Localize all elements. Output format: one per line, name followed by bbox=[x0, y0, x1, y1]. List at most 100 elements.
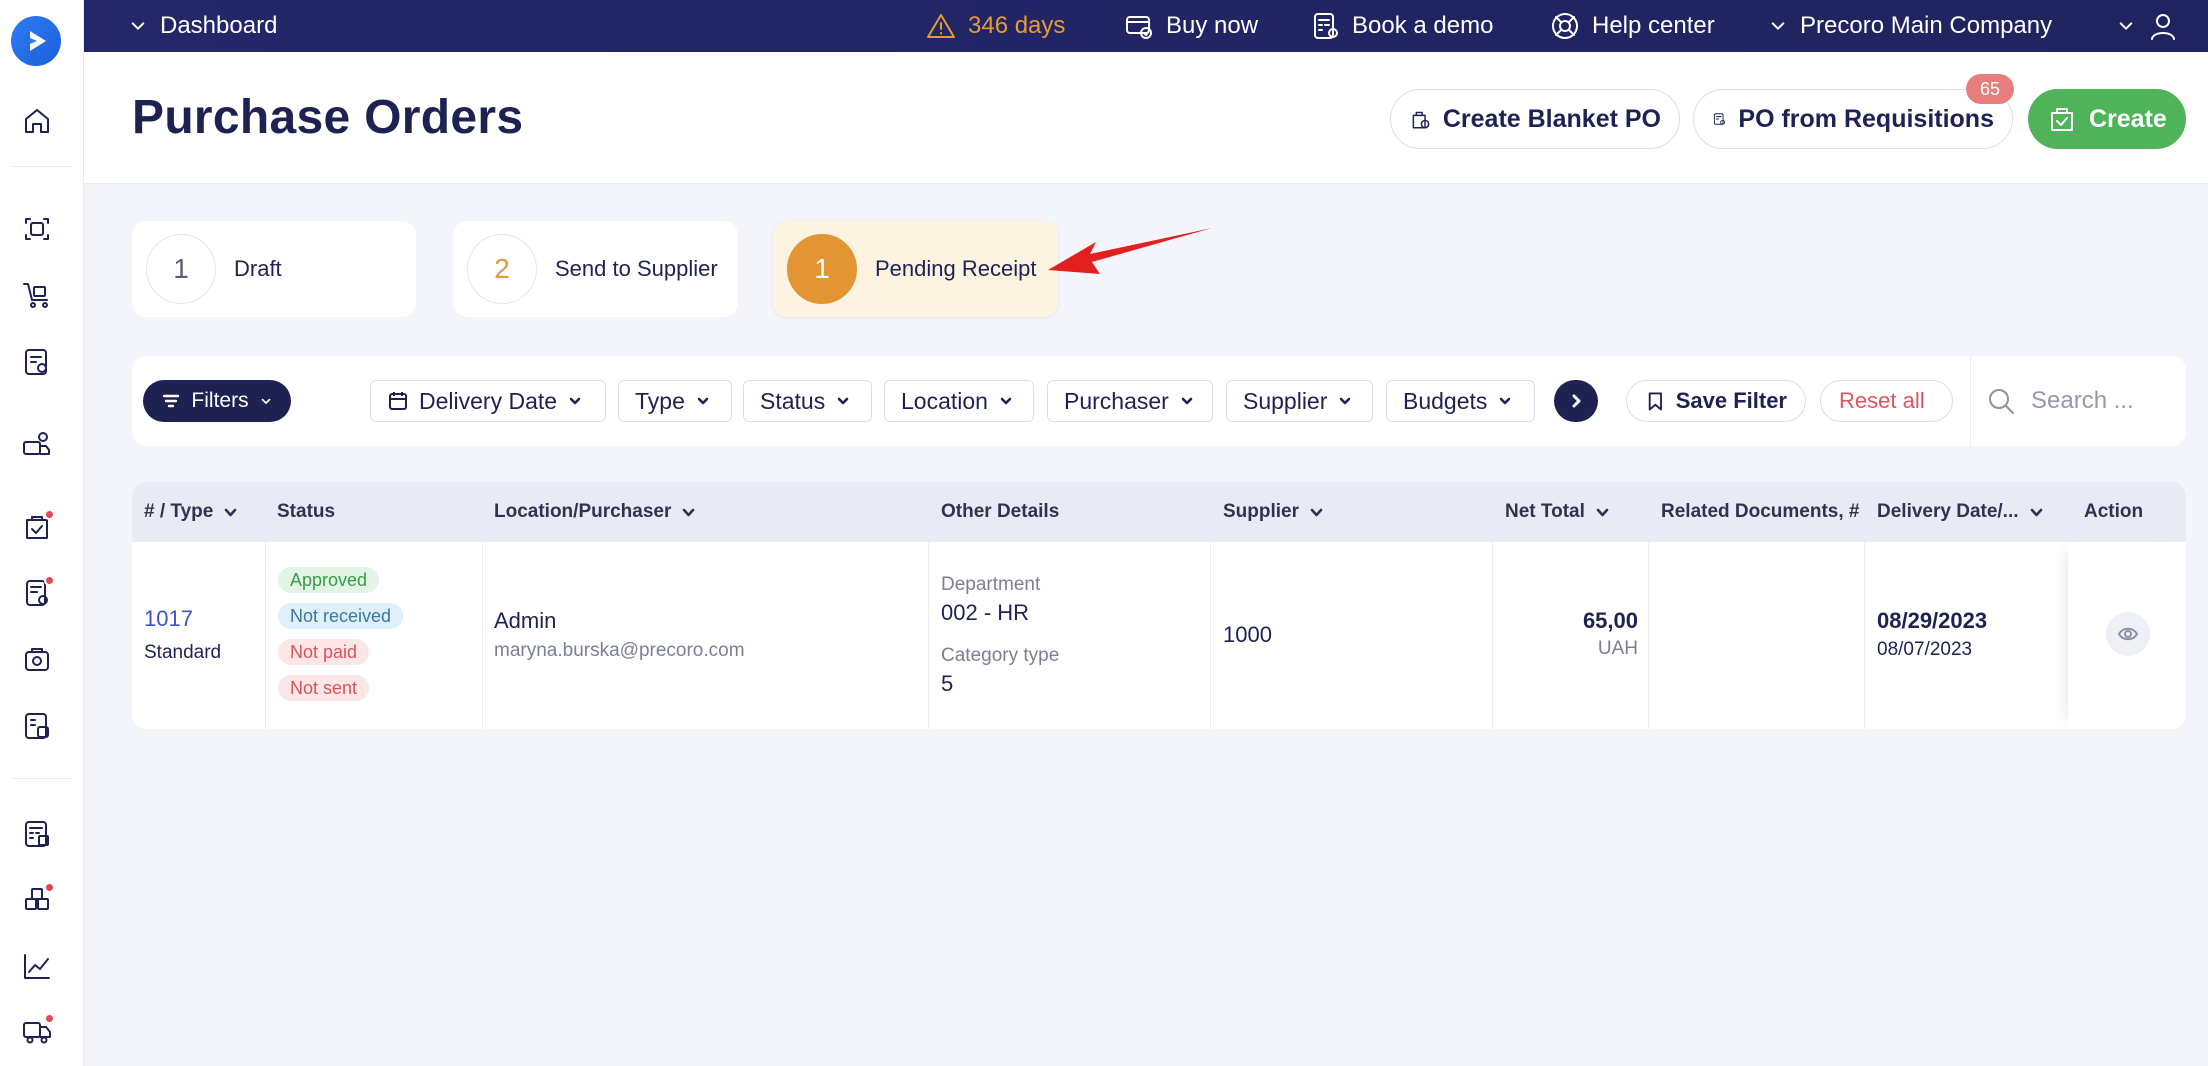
filter-purchaser[interactable]: Purchaser bbox=[1047, 380, 1213, 422]
net-total-amount: 65,00 bbox=[1582, 608, 1638, 633]
trial-days-warning[interactable]: 346 days bbox=[926, 0, 1065, 52]
chevron-down-icon bbox=[837, 397, 849, 405]
user-menu[interactable] bbox=[2116, 0, 2178, 52]
filter-lines-icon bbox=[163, 394, 180, 408]
column-divider bbox=[1492, 542, 1493, 729]
inventory-icon[interactable] bbox=[20, 882, 55, 917]
column-label: Supplier bbox=[1223, 501, 1300, 522]
filter-bar: Filters Delivery Date Type Status Locati… bbox=[132, 356, 2186, 446]
filters-button[interactable]: Filters bbox=[143, 380, 291, 422]
filter-location[interactable]: Location bbox=[884, 380, 1034, 422]
status-card-draft[interactable]: 1 Draft bbox=[132, 221, 416, 317]
supplier-search-icon[interactable] bbox=[20, 428, 54, 462]
invoice-icon[interactable] bbox=[20, 709, 54, 743]
po-from-requisitions-label: PO from Requisitions bbox=[1738, 104, 1994, 133]
reset-all-button[interactable]: Reset all bbox=[1820, 380, 1953, 422]
requisition-document-icon bbox=[1713, 113, 1725, 125]
eye-icon bbox=[2117, 627, 2139, 641]
help-center-link[interactable]: Help center bbox=[1550, 0, 1715, 52]
chevron-down-icon bbox=[1771, 22, 1785, 30]
chevron-down-icon bbox=[1340, 397, 1351, 405]
bookmark-icon bbox=[1648, 392, 1662, 411]
create-po-button[interactable]: Create bbox=[2028, 89, 2186, 149]
delivery-date: 08/29/2023 bbox=[1877, 608, 1988, 633]
requisition-icon[interactable] bbox=[20, 345, 54, 379]
column-label: Location/Purchaser bbox=[494, 501, 672, 522]
user-profile-icon bbox=[2151, 14, 2175, 40]
status-label: Draft bbox=[234, 256, 282, 281]
status-count: 1 bbox=[787, 234, 857, 304]
column-label: Other Details bbox=[941, 501, 1060, 522]
filter-status[interactable]: Status bbox=[743, 380, 872, 422]
status-badge-not-sent: Not sent bbox=[278, 675, 370, 701]
column-status: Status bbox=[265, 482, 335, 542]
column-divider bbox=[1648, 542, 1649, 729]
budget-calculator-icon[interactable] bbox=[20, 817, 54, 851]
column-label: Action bbox=[2084, 501, 2144, 522]
po-number-link[interactable]: 1017 bbox=[144, 606, 193, 632]
cart-icon[interactable] bbox=[20, 278, 54, 312]
column-location-purchaser[interactable]: Location/Purchaser bbox=[482, 482, 696, 542]
requisitions-count-badge: 65 bbox=[1966, 74, 2014, 104]
filter-delivery-date[interactable]: Delivery Date bbox=[370, 380, 606, 422]
delivery-truck-icon[interactable] bbox=[20, 1013, 55, 1048]
purchaser-name: Admin bbox=[494, 608, 557, 633]
create-label: Create bbox=[2089, 104, 2167, 133]
column-number-type[interactable]: # / Type bbox=[132, 482, 238, 542]
status-card-send-to-supplier[interactable]: 2 Send to Supplier bbox=[453, 221, 738, 317]
status-badge-approved: Approved bbox=[278, 567, 380, 593]
chevron-down-icon bbox=[131, 22, 145, 30]
company-name: Precoro Main Company bbox=[1800, 12, 2053, 39]
book-demo-link[interactable]: Book a demo bbox=[1310, 0, 1493, 52]
chevron-down-icon bbox=[697, 397, 709, 405]
search-box bbox=[1970, 356, 2186, 446]
category-type-value: 5 bbox=[941, 671, 954, 696]
dashboard-menu[interactable]: Dashboard bbox=[128, 0, 277, 52]
buy-now-link[interactable]: Buy now bbox=[1124, 0, 1258, 52]
po-from-requisitions-button[interactable]: PO from Requisitions bbox=[1693, 89, 2013, 149]
column-other-details: Other Details bbox=[929, 482, 1059, 542]
save-filter-button[interactable]: Save Filter bbox=[1626, 380, 1806, 422]
column-delivery-date[interactable]: Delivery Date/... bbox=[1865, 482, 2044, 542]
trial-days-label: 346 days bbox=[968, 12, 1066, 39]
filter-label: Delivery Date bbox=[419, 387, 558, 414]
shopping-bag-check-icon bbox=[2051, 108, 2073, 131]
receipt-icon[interactable] bbox=[20, 643, 54, 677]
scan-document-icon[interactable] bbox=[20, 212, 54, 246]
create-blanket-po-label: Create Blanket PO bbox=[1442, 104, 1661, 133]
status-card-pending-receipt[interactable]: 1 Pending Receipt bbox=[773, 221, 1058, 317]
status-badge-not-paid: Not paid bbox=[278, 639, 370, 665]
home-icon[interactable] bbox=[20, 104, 54, 138]
purchase-order-icon[interactable] bbox=[20, 509, 55, 544]
create-blanket-po-button[interactable]: Create Blanket PO bbox=[1390, 89, 1680, 149]
notification-dot bbox=[44, 509, 55, 520]
filter-budgets[interactable]: Budgets bbox=[1386, 380, 1535, 422]
view-order-button[interactable] bbox=[2106, 612, 2150, 656]
calendar-demo-icon bbox=[1314, 13, 1338, 39]
column-divider bbox=[482, 542, 483, 729]
filter-type[interactable]: Type bbox=[618, 380, 732, 422]
column-net-total[interactable]: Net Total bbox=[1493, 482, 1610, 542]
chevron-down-icon bbox=[1000, 397, 1012, 405]
search-input[interactable] bbox=[2031, 387, 2171, 415]
status-count: 2 bbox=[467, 234, 537, 304]
chevron-down-icon bbox=[1596, 508, 1609, 516]
annotation-arrow bbox=[1048, 228, 1212, 274]
credit-card-icon bbox=[1126, 16, 1152, 39]
blanket-po-icon bbox=[1412, 111, 1430, 129]
app-logo-icon[interactable] bbox=[11, 16, 61, 66]
approval-document-icon[interactable] bbox=[20, 575, 55, 610]
filter-supplier[interactable]: Supplier bbox=[1226, 380, 1373, 422]
filters-scroll-right-button[interactable] bbox=[1554, 380, 1598, 422]
company-selector[interactable]: Precoro Main Company bbox=[1768, 0, 2052, 52]
book-demo-label: Book a demo bbox=[1352, 12, 1494, 39]
notification-dot bbox=[44, 1013, 55, 1024]
analytics-chart-icon[interactable] bbox=[20, 950, 54, 984]
column-supplier[interactable]: Supplier bbox=[1211, 482, 1324, 542]
warning-triangle-icon bbox=[927, 14, 955, 38]
chevron-down-icon bbox=[2119, 22, 2133, 30]
supplier-value: 1000 bbox=[1223, 622, 1272, 647]
filters-label: Filters bbox=[191, 389, 249, 412]
chevron-down-icon bbox=[225, 508, 237, 516]
save-filter-label: Save Filter bbox=[1675, 388, 1787, 413]
